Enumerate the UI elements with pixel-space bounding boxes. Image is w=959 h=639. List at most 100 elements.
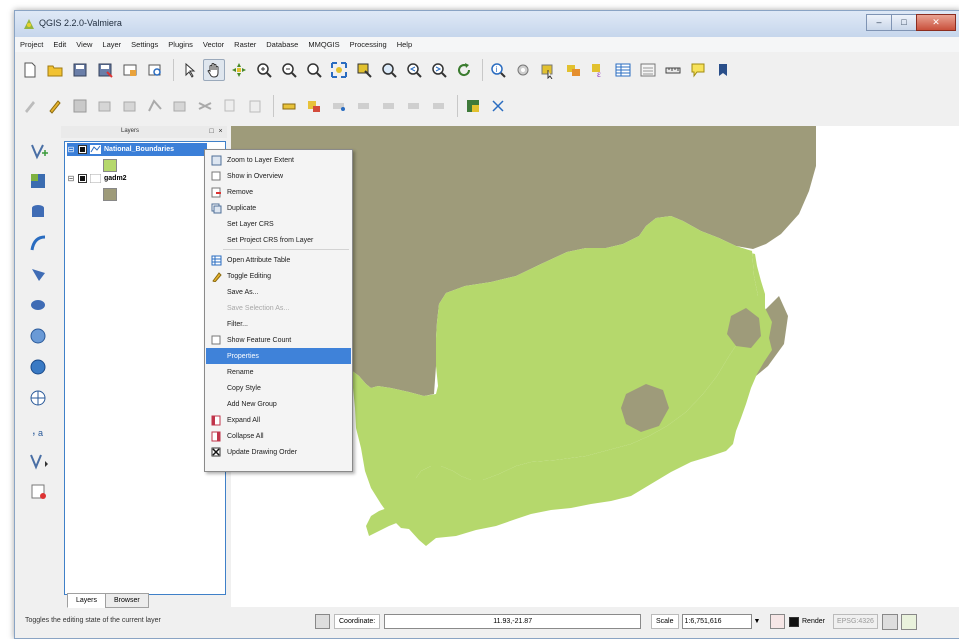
crs-status-button[interactable]: EPSG:4326 xyxy=(832,614,878,629)
close-panel-button[interactable]: × xyxy=(216,127,225,136)
menu-item-remove[interactable]: Remove xyxy=(206,184,351,200)
cut-features-button[interactable] xyxy=(194,95,216,117)
coordinate-capture-button[interactable] xyxy=(487,95,509,117)
composer-manager-button[interactable] xyxy=(144,59,166,81)
menu-item-rename[interactable]: Rename xyxy=(206,364,351,380)
new-bookmark-button[interactable] xyxy=(712,59,734,81)
move-feature-button[interactable] xyxy=(119,95,141,117)
pan-map-button[interactable] xyxy=(203,59,225,81)
show-hide-labels-button[interactable] xyxy=(353,95,375,117)
map-tips-button[interactable] xyxy=(687,59,709,81)
label-tool-button[interactable] xyxy=(278,95,300,117)
print-composer-button[interactable] xyxy=(119,59,141,81)
attribute-table-button[interactable] xyxy=(612,59,634,81)
menu-item-update-drawing-order[interactable]: Update Drawing Order xyxy=(206,444,351,460)
new-shapefile-layer-button[interactable] xyxy=(27,449,51,473)
maximize-button[interactable]: □ xyxy=(891,14,917,31)
menu-item-zoom-to-layer-extent[interactable]: Zoom to Layer Extent xyxy=(206,152,351,168)
menu-item-add-new-group[interactable]: Add New Group xyxy=(206,396,351,412)
menu-view[interactable]: View xyxy=(71,40,97,49)
render-checkbox[interactable] xyxy=(789,616,799,627)
menu-item-duplicate[interactable]: Duplicate xyxy=(206,200,351,216)
messages-icon[interactable] xyxy=(900,613,917,630)
rotate-label-button[interactable] xyxy=(403,95,425,117)
pin-labels-button[interactable] xyxy=(328,95,350,117)
node-tool-button[interactable] xyxy=(144,95,166,117)
change-label-button[interactable] xyxy=(428,95,450,117)
paste-features-button[interactable] xyxy=(244,95,266,117)
add-vector-layer-button[interactable] xyxy=(27,139,51,163)
menu-item-save-as[interactable]: Save As... xyxy=(206,284,351,300)
zoom-to-selection-button[interactable] xyxy=(353,59,375,81)
zoom-full-button[interactable] xyxy=(328,59,350,81)
zoom-last-button[interactable] xyxy=(403,59,425,81)
layer-symbol-swatch[interactable] xyxy=(103,188,117,201)
toggle-editing-button[interactable] xyxy=(44,95,66,117)
menu-layer[interactable]: Layer xyxy=(97,40,126,49)
menu-item-properties[interactable]: Properties xyxy=(206,348,351,364)
save-as-button[interactable] xyxy=(94,59,116,81)
close-button[interactable]: ✕ xyxy=(916,14,956,31)
chevron-down-icon[interactable]: ▼ xyxy=(754,618,761,625)
zoom-out-button[interactable] xyxy=(278,59,300,81)
layer-item-gadm2[interactable]: ⊟ gadm2 xyxy=(67,172,127,185)
menu-item-show-feature-count[interactable]: Show Feature Count xyxy=(206,332,351,348)
run-feature-action-button[interactable] xyxy=(512,59,534,81)
add-feature-button[interactable] xyxy=(94,95,116,117)
zoom-actual-size-button[interactable] xyxy=(303,59,325,81)
menu-vector[interactable]: Vector xyxy=(198,40,229,49)
menu-item-filter[interactable]: Filter... xyxy=(206,316,351,332)
stop-render-icon[interactable] xyxy=(770,614,785,629)
menu-database[interactable]: Database xyxy=(261,40,303,49)
menu-plugins[interactable]: Plugins xyxy=(163,40,198,49)
collapse-icon[interactable]: ⊟ xyxy=(67,174,75,183)
menu-mmqgis[interactable]: MMQGIS xyxy=(303,40,344,49)
coordinate-field[interactable]: 11.93,-21.87 xyxy=(384,614,642,629)
menu-item-copy-style[interactable]: Copy Style xyxy=(206,380,351,396)
identify-button[interactable]: i xyxy=(487,59,509,81)
collapse-icon[interactable]: ⊟ xyxy=(67,145,75,154)
menu-item-collapse-all[interactable]: Collapse All xyxy=(206,428,351,444)
menu-project[interactable]: Project xyxy=(15,40,48,49)
measure-button[interactable] xyxy=(662,59,684,81)
coordinate-toggle-icon[interactable] xyxy=(315,614,330,629)
layer-symbol-swatch[interactable] xyxy=(103,159,117,172)
menu-processing[interactable]: Processing xyxy=(345,40,392,49)
move-label-button[interactable] xyxy=(378,95,400,117)
tab-browser[interactable]: Browser xyxy=(105,593,149,608)
menu-item-expand-all[interactable]: Expand All xyxy=(206,412,351,428)
add-oracle-layer-button[interactable] xyxy=(27,294,51,318)
delete-selected-button[interactable] xyxy=(169,95,191,117)
refresh-button[interactable] xyxy=(453,59,475,81)
layer-visibility-checkbox[interactable] xyxy=(78,174,87,183)
add-spatialite-layer-button[interactable] xyxy=(27,232,51,256)
copy-features-button[interactable] xyxy=(219,95,241,117)
menu-item-show-in-overview[interactable]: Show in Overview xyxy=(206,168,351,184)
tab-layers[interactable]: Layers xyxy=(67,593,107,608)
menu-item-toggle-editing[interactable]: Toggle Editing xyxy=(206,268,351,284)
plugin-tool-button[interactable] xyxy=(462,95,484,117)
zoom-to-layer-button[interactable] xyxy=(378,59,400,81)
menu-item-set-project-crs[interactable]: Set Project CRS from Layer xyxy=(206,232,351,248)
menu-edit[interactable]: Edit xyxy=(48,40,71,49)
add-postgis-layer-button[interactable] xyxy=(27,201,51,225)
scale-combobox[interactable]: 1:6,751,616 xyxy=(681,614,752,629)
menu-settings[interactable]: Settings xyxy=(126,40,163,49)
menu-item-set-layer-crs[interactable]: Set Layer CRS xyxy=(206,216,351,232)
open-project-button[interactable] xyxy=(44,59,66,81)
zoom-next-button[interactable] xyxy=(428,59,450,81)
minimize-button[interactable]: – xyxy=(866,14,892,31)
statistics-button[interactable] xyxy=(637,59,659,81)
deselect-button[interactable] xyxy=(562,59,584,81)
menu-item-open-attribute-table[interactable]: Open Attribute Table xyxy=(206,252,351,268)
save-edits-button[interactable] xyxy=(69,95,91,117)
current-edits-button[interactable] xyxy=(19,95,41,117)
touch-zoom-button[interactable] xyxy=(178,59,200,81)
save-project-button[interactable] xyxy=(69,59,91,81)
add-mssql-layer-button[interactable] xyxy=(27,263,51,287)
add-wcs-layer-button[interactable] xyxy=(27,356,51,380)
layer-item-national-boundaries[interactable]: ⊟ National_Boundaries xyxy=(67,143,207,156)
add-wfs-layer-button[interactable] xyxy=(27,387,51,411)
select-features-button[interactable] xyxy=(537,59,559,81)
field-calculator-button[interactable]: ε xyxy=(587,59,609,81)
